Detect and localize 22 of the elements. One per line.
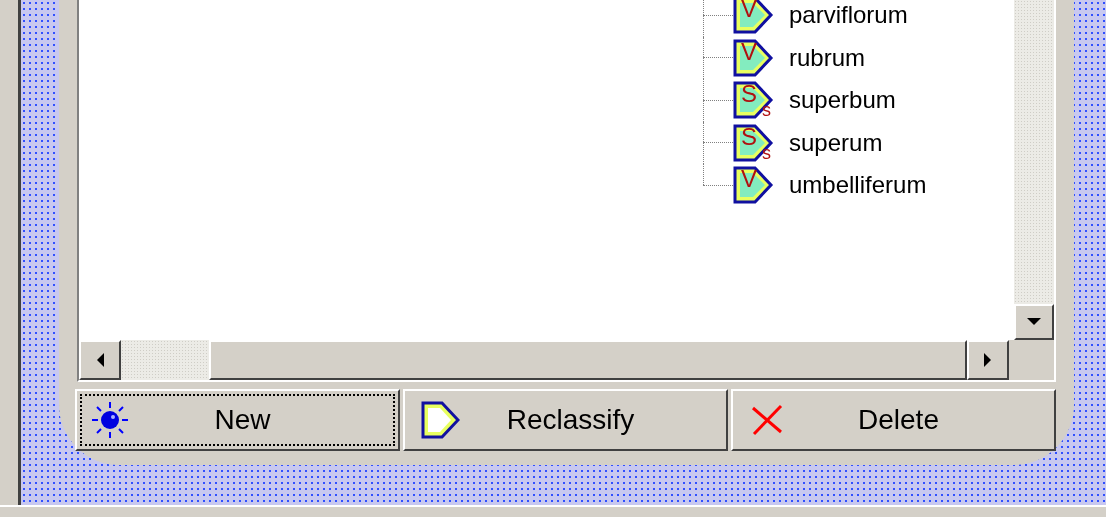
reclassify-button[interactable]: Reclassify (403, 389, 728, 451)
right-arrow-icon (984, 353, 992, 367)
sun-icon (90, 400, 130, 440)
scroll-left-button[interactable] (79, 340, 121, 380)
delete-button[interactable]: Delete (731, 389, 1056, 451)
left-arrow-icon (96, 353, 104, 367)
tree-item-label[interactable]: superum (789, 124, 883, 161)
tag-icon: S s (733, 123, 775, 162)
tag-icon: S s (733, 81, 775, 120)
tag-icon: V (733, 0, 775, 35)
tag-icon: V (733, 166, 775, 205)
vertical-scrollbar[interactable] (1014, 0, 1054, 340)
tag-icon: V (733, 38, 775, 77)
arrow-tag-icon (420, 400, 460, 440)
tree-item-label[interactable]: parviflorum (789, 0, 908, 34)
down-arrow-icon (1027, 318, 1041, 326)
scroll-down-button[interactable] (1014, 304, 1054, 340)
tree-item-label[interactable]: umbelliferum (789, 167, 927, 204)
scroll-right-button[interactable] (967, 340, 1009, 380)
new-button[interactable]: New (75, 389, 400, 451)
tree-item-label[interactable]: superbum (789, 82, 896, 119)
tree-item-label[interactable]: rubrum (789, 39, 866, 76)
